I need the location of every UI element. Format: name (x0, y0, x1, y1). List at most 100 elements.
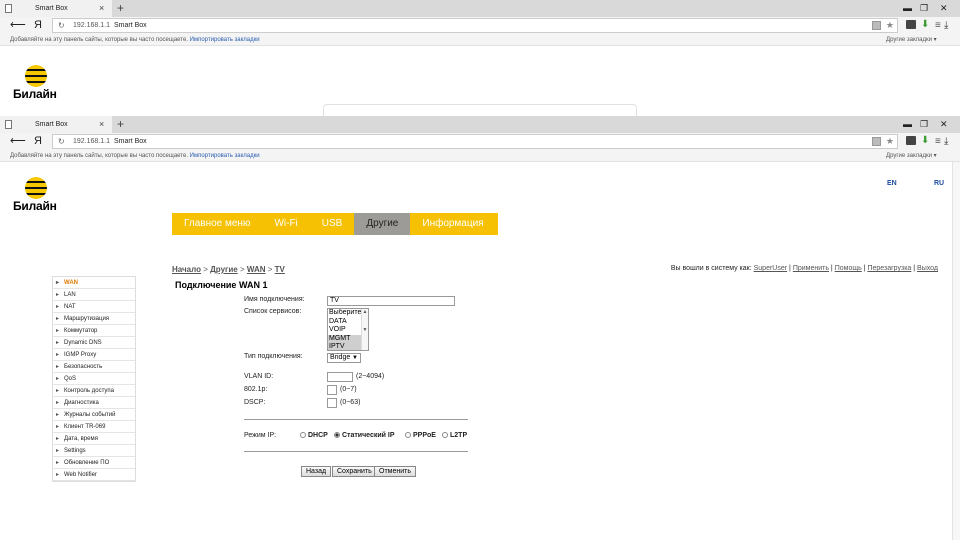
connection-type-label: Тип подключения: (244, 353, 303, 360)
beeline-bee-icon (25, 177, 47, 199)
sidebar-item[interactable]: Коммутатор (53, 325, 135, 337)
extension-camera-icon[interactable] (906, 20, 916, 29)
ip-mode-label: Режим IP: (244, 432, 277, 439)
close-tab-icon[interactable]: × (99, 0, 104, 17)
breadcrumb-other[interactable]: Другие (210, 265, 238, 274)
sidebar-item[interactable]: Контроль доступа (53, 385, 135, 397)
downloads-icon[interactable]: ⤓ (944, 17, 948, 34)
url-text: 192.168.1.1 (73, 138, 110, 145)
connection-name-input[interactable]: TV (327, 296, 455, 306)
yandex-button[interactable]: Я (34, 17, 42, 34)
close-tab-icon[interactable]: × (99, 116, 104, 133)
login-user-link[interactable]: SuperUser (754, 265, 787, 272)
other-bookmarks-label: Другие закладки (886, 37, 932, 43)
radio-button[interactable] (442, 432, 448, 438)
address-bar[interactable]: ↻ 192.168.1.1 Smart Box ★ (52, 134, 898, 149)
vlan-id-hint: (2~4094) (356, 373, 385, 380)
bookmark-star-icon[interactable]: ★ (886, 19, 894, 32)
page-content: Билайн EN RU Главное меню Wi-Fi USB Другие И… (0, 162, 960, 540)
sidebar-item[interactable]: QoS (53, 373, 135, 385)
cancel-button[interactable]: Отменить (374, 466, 416, 477)
back-arrow-icon[interactable]: ⟵ (10, 133, 26, 150)
downloads-icon[interactable]: ⤓ (944, 133, 948, 150)
back-arrow-icon[interactable]: ⟵ (10, 17, 26, 34)
sidebar-item[interactable]: Журналы событий (53, 409, 135, 421)
priority-8021p-input[interactable] (327, 385, 337, 395)
close-window-icon[interactable]: ✕ (940, 116, 948, 133)
reload-icon[interactable]: ↻ (58, 19, 65, 32)
maximize-icon[interactable]: ❐ (920, 0, 928, 17)
extension-download-icon[interactable]: ⬇ (921, 134, 929, 148)
minimize-icon[interactable]: ▬ (903, 0, 912, 17)
sidebar-item[interactable]: Безопасность (53, 361, 135, 373)
radio-button[interactable] (405, 432, 411, 438)
ip-mode-option[interactable]: L2TP (442, 432, 467, 439)
apply-link[interactable]: Применить (793, 265, 829, 272)
ip-mode-option[interactable]: Статический IP (334, 432, 395, 439)
menu-item-0[interactable]: Главное меню (172, 213, 262, 235)
reload-icon[interactable]: ↻ (58, 135, 65, 148)
lang-en-link[interactable]: EN (887, 180, 897, 187)
back-button[interactable]: Назад (301, 466, 332, 477)
browser-window: Smart Box × + ▬ ❐ ✕ ⟵ Я ↻ 192.168.1.1 Sm… (0, 116, 960, 540)
other-bookmarks-button[interactable]: Другие закладки ▾ (886, 34, 937, 46)
breadcrumb-tv[interactable]: TV (275, 265, 285, 274)
lang-ru-link[interactable]: RU (934, 180, 944, 187)
breadcrumb-wan[interactable]: WAN (247, 265, 266, 274)
sidebar-item[interactable]: NAT (53, 301, 135, 313)
browser-tab[interactable]: Smart Box × (0, 116, 112, 133)
other-bookmarks-label: Другие закладки (886, 153, 932, 159)
save-button[interactable]: Сохранить (332, 466, 377, 477)
ip-mode-option[interactable]: DHCP (300, 432, 328, 439)
import-bookmarks-link[interactable]: Импортировать закладки (190, 153, 260, 159)
vlan-id-label: VLAN ID: (244, 373, 274, 380)
menu-item-1[interactable]: Wi-Fi (262, 213, 309, 235)
yandex-button[interactable]: Я (34, 133, 42, 150)
dscp-input[interactable] (327, 398, 337, 408)
reader-mode-icon[interactable] (872, 21, 881, 30)
logout-link[interactable]: Выход (917, 265, 938, 272)
menu-icon[interactable]: ≡ (935, 133, 941, 150)
vlan-id-input[interactable] (327, 372, 353, 382)
extension-download-icon[interactable]: ⬇ (921, 18, 929, 32)
sidebar-item[interactable]: IGMP Proxy (53, 349, 135, 361)
menu-item-2[interactable]: USB (310, 213, 355, 235)
radio-button[interactable] (334, 432, 340, 438)
connection-type-select[interactable]: Bridge ▼ (327, 353, 361, 363)
connection-name-label: Имя подключения: (244, 296, 305, 303)
sidebar-item[interactable]: Web Notifier (53, 469, 135, 481)
sidebar-item[interactable]: LAN (53, 289, 135, 301)
import-bookmarks-link[interactable]: Импортировать закладки (190, 37, 260, 43)
new-tab-button[interactable]: + (117, 0, 124, 17)
sidebar-item[interactable]: Дата, время (53, 433, 135, 445)
sidebar-item[interactable]: Диагностика (53, 397, 135, 409)
sidebar-item[interactable]: Dynamic DNS (53, 337, 135, 349)
bookmark-star-icon[interactable]: ★ (886, 135, 894, 148)
extension-camera-icon[interactable] (906, 136, 916, 145)
sidebar-item[interactable]: Settings (53, 445, 135, 457)
page-scrollbar[interactable] (952, 162, 960, 540)
listbox-scrollbar[interactable]: ▲ ▼ (361, 309, 368, 350)
menu-icon[interactable]: ≡ (935, 17, 941, 34)
reader-mode-icon[interactable] (872, 137, 881, 146)
maximize-icon[interactable]: ❐ (920, 116, 928, 133)
menu-item-4[interactable]: Информация (410, 213, 495, 235)
help-link[interactable]: Помощь (835, 265, 862, 272)
minimize-icon[interactable]: ▬ (903, 116, 912, 133)
browser-tab[interactable]: Smart Box × (0, 0, 112, 17)
sidebar-item[interactable]: Маршрутизация (53, 313, 135, 325)
beeline-logo: Билайн (13, 177, 63, 222)
other-bookmarks-button[interactable]: Другие закладки ▾ (886, 150, 937, 162)
new-tab-button[interactable]: + (117, 116, 124, 133)
breadcrumb-home[interactable]: Начало (172, 265, 201, 274)
services-listbox[interactable]: Выберите DATA VOIP MGMT IPTV ▲ ▼ (327, 308, 369, 351)
address-bar[interactable]: ↻ 192.168.1.1 Smart Box ★ (52, 18, 898, 33)
radio-button[interactable] (300, 432, 306, 438)
sidebar-item[interactable]: Обновление ПО (53, 457, 135, 469)
sidebar-item[interactable]: Клиент TR-069 (53, 421, 135, 433)
menu-item-3[interactable]: Другие (354, 213, 411, 235)
reboot-link[interactable]: Перезагрузка (867, 265, 911, 272)
close-window-icon[interactable]: ✕ (940, 0, 948, 17)
sidebar-item[interactable]: WAN (53, 277, 135, 289)
ip-mode-option[interactable]: PPPoE (405, 432, 436, 439)
